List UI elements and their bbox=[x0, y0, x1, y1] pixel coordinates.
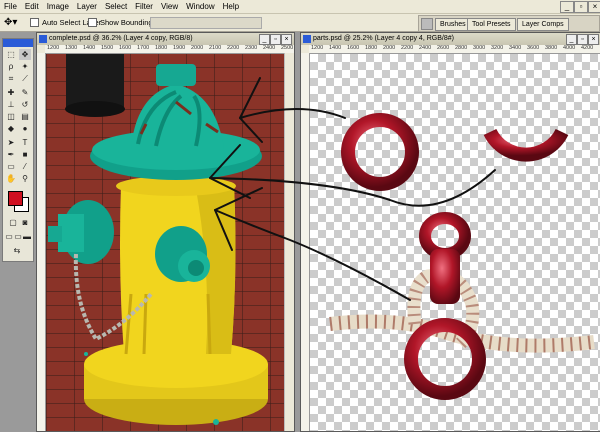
arrow-head bbox=[209, 144, 251, 199]
arrow-to-bonnet bbox=[239, 108, 346, 119]
foreground-color-swatch[interactable] bbox=[8, 191, 23, 206]
annotation-arrows bbox=[209, 77, 496, 301]
arrow-to-neck bbox=[209, 169, 496, 207]
arrow-to-nozzle bbox=[214, 209, 411, 301]
arrow-head bbox=[239, 77, 263, 143]
